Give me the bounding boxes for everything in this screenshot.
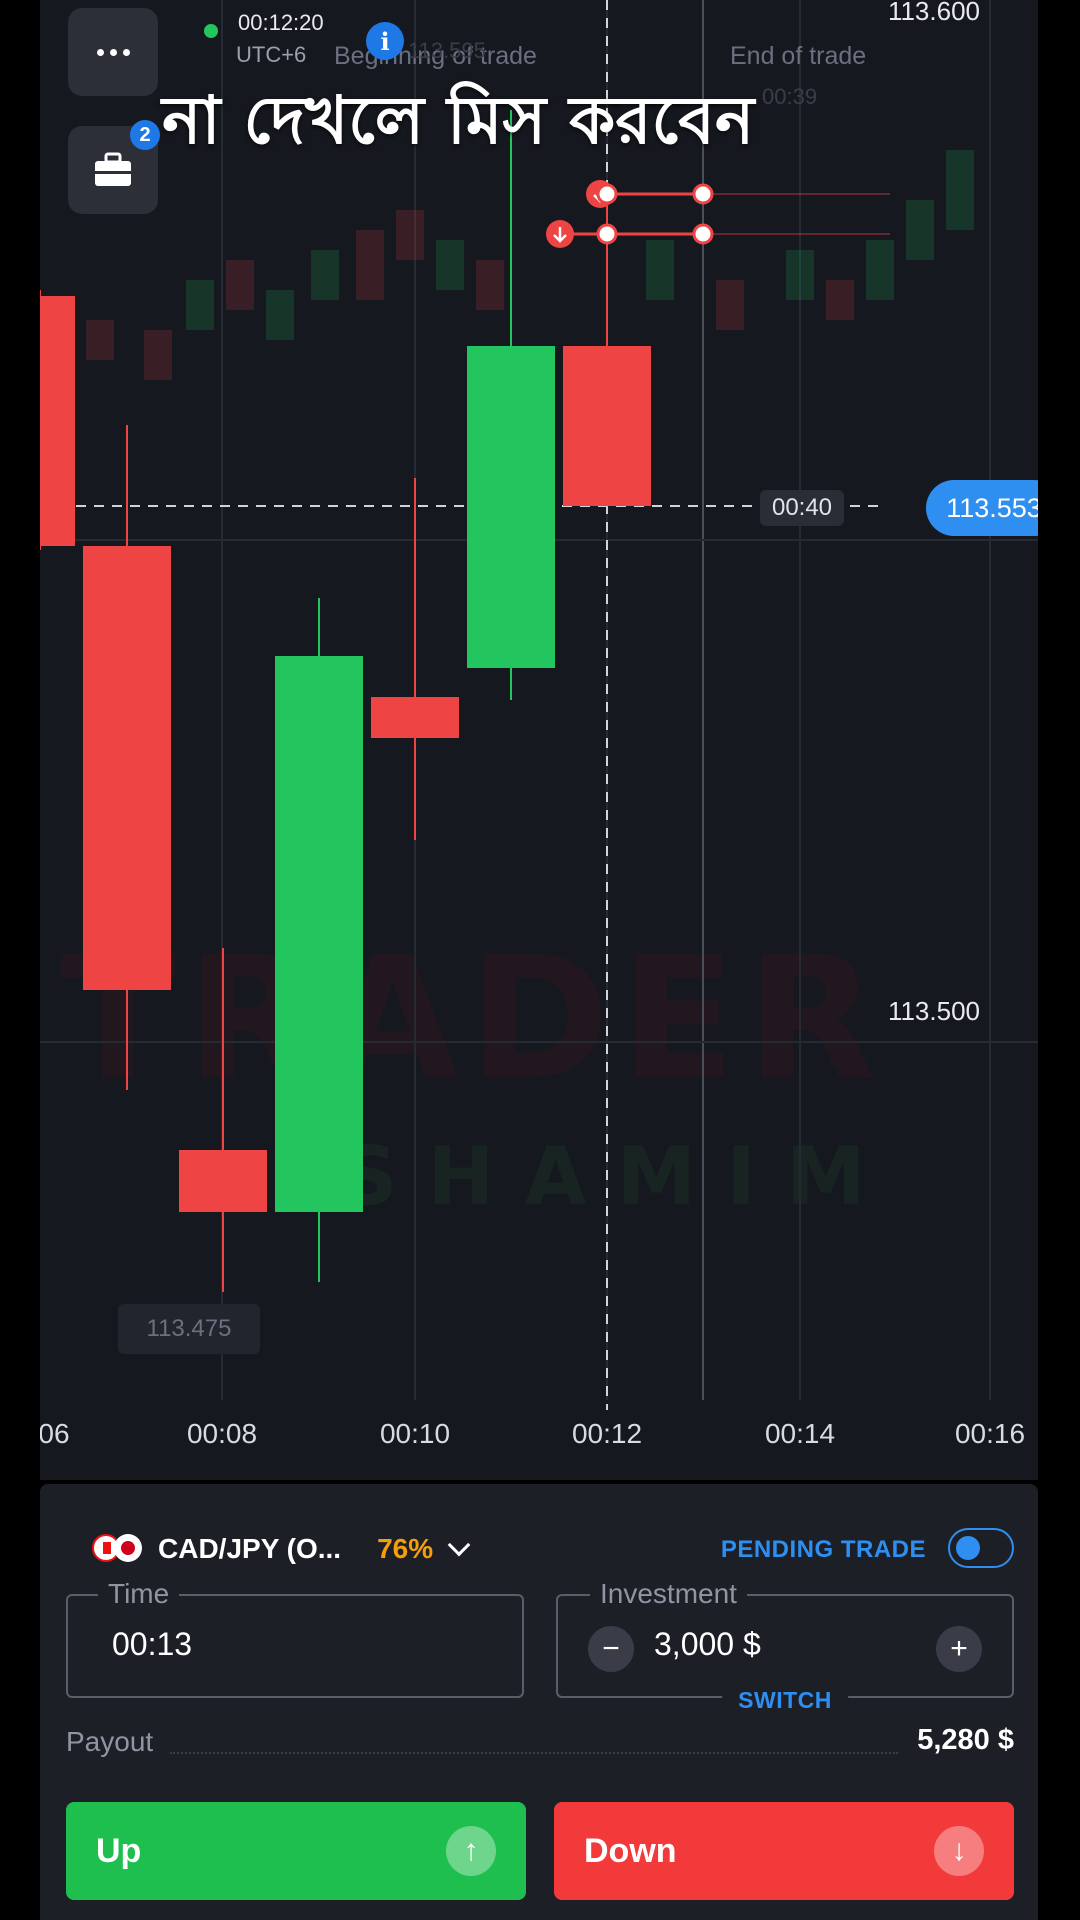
candle-body <box>275 656 363 1212</box>
arrow-down-icon: ↓ <box>934 1826 984 1876</box>
candle-countdown: 00:40 <box>760 490 844 526</box>
background-candle <box>476 260 504 310</box>
background-candle <box>906 200 934 260</box>
end-of-trade-label: End of trade <box>730 42 867 70</box>
x-tick-label: 00:16 <box>954 1418 1026 1449</box>
decrease-investment-button[interactable]: − <box>588 1626 634 1672</box>
background-candle <box>144 330 172 380</box>
clock-timezone: UTC+6 <box>236 42 307 67</box>
switch-button[interactable]: SWITCH <box>722 1687 848 1714</box>
time-field[interactable]: Time 00:13 <box>66 1578 524 1698</box>
background-candle <box>266 290 294 340</box>
current-price-badge: 113.553 <box>926 480 1038 536</box>
arrow-up-icon: ↑ <box>446 1826 496 1876</box>
toggle-knob <box>956 1536 980 1560</box>
trade-open-point <box>596 223 618 245</box>
background-candle <box>946 150 974 230</box>
online-status-dot <box>204 24 218 38</box>
video-overlay-title: না দেখলে মিস করবেন <box>162 82 755 159</box>
candle-body <box>467 346 555 668</box>
payout-value: 5,280 $ <box>917 1724 1014 1756</box>
background-candle <box>356 230 384 300</box>
time-value: 00:13 <box>112 1626 193 1662</box>
left-black-bar <box>0 0 40 1920</box>
portfolio-count-badge: 2 <box>130 120 160 150</box>
background-candle <box>226 260 254 310</box>
pending-trade-label: PENDING TRADE <box>720 1536 926 1563</box>
background-candle <box>436 240 464 290</box>
payout-divider <box>170 1752 898 1754</box>
low-price-label: 113.475 <box>118 1304 260 1354</box>
background-candle <box>311 250 339 300</box>
investment-value: 3,000 $ <box>654 1626 761 1662</box>
background-candle <box>786 250 814 300</box>
clock-time: 00:12:20 <box>238 10 324 35</box>
price-chart[interactable]: TRADER SHAMIM Beginning of trade End of … <box>40 0 1038 1480</box>
time-field-label: Time <box>98 1578 180 1610</box>
up-button[interactable]: Up ↑ <box>66 1802 526 1900</box>
investment-field[interactable]: Investment − 3,000 $ + SWITCH <box>556 1578 1014 1714</box>
x-tick-label: 00:14 <box>764 1418 836 1449</box>
asset-selector[interactable]: CAD/JPY (O... 76% <box>92 1524 471 1574</box>
payout-label: Payout <box>66 1726 154 1757</box>
candle-body <box>83 546 171 990</box>
price-label-top: 113.600 <box>887 0 980 26</box>
investment-field-label: Investment <box>590 1578 747 1610</box>
candle-body <box>179 1150 267 1212</box>
faint-time-label: 00:39 <box>762 84 818 109</box>
price-label-mid: 113.500 <box>887 996 980 1026</box>
background-candle <box>86 320 114 360</box>
up-button-label: Up <box>96 1831 142 1870</box>
background-candle <box>186 280 214 330</box>
info-icon[interactable]: i <box>366 22 404 60</box>
increase-investment-button[interactable]: + <box>936 1626 982 1672</box>
x-tick-label: 06 <box>40 1418 70 1449</box>
candle-body <box>563 346 651 506</box>
currency-pair-flag-icon <box>92 1534 144 1564</box>
pending-trade-toggle[interactable] <box>948 1528 1014 1568</box>
down-button-label: Down <box>584 1831 677 1870</box>
background-candle <box>826 280 854 320</box>
background-candle <box>646 240 674 300</box>
background-candle <box>716 280 744 330</box>
trade-close-point <box>692 183 714 205</box>
x-tick-label: 00:08 <box>186 1418 258 1449</box>
right-black-bar <box>1038 0 1080 1920</box>
more-dots-icon <box>96 48 130 56</box>
menu-button[interactable] <box>68 8 158 96</box>
asset-name: CAD/JPY (O... <box>158 1533 342 1564</box>
chevron-down-icon <box>447 1533 471 1557</box>
asset-payout-percent: 76% <box>377 1533 434 1564</box>
x-tick-label: 00:10 <box>379 1418 451 1449</box>
background-candle <box>396 210 424 260</box>
faint-price-label: 113.595 <box>408 38 486 63</box>
candlestick-chart <box>40 0 1038 1410</box>
background-candle <box>866 240 894 300</box>
briefcase-icon <box>95 152 131 186</box>
x-tick-label: 00:12 <box>571 1418 643 1449</box>
down-button[interactable]: Down ↓ <box>554 1802 1014 1900</box>
trade-open-point <box>596 183 618 205</box>
trade-panel: CAD/JPY (O... 76% PENDING TRADE Time 00:… <box>40 1484 1038 1920</box>
candle-body <box>40 296 75 546</box>
candle-body <box>371 697 459 738</box>
trade-close-point <box>692 223 714 245</box>
